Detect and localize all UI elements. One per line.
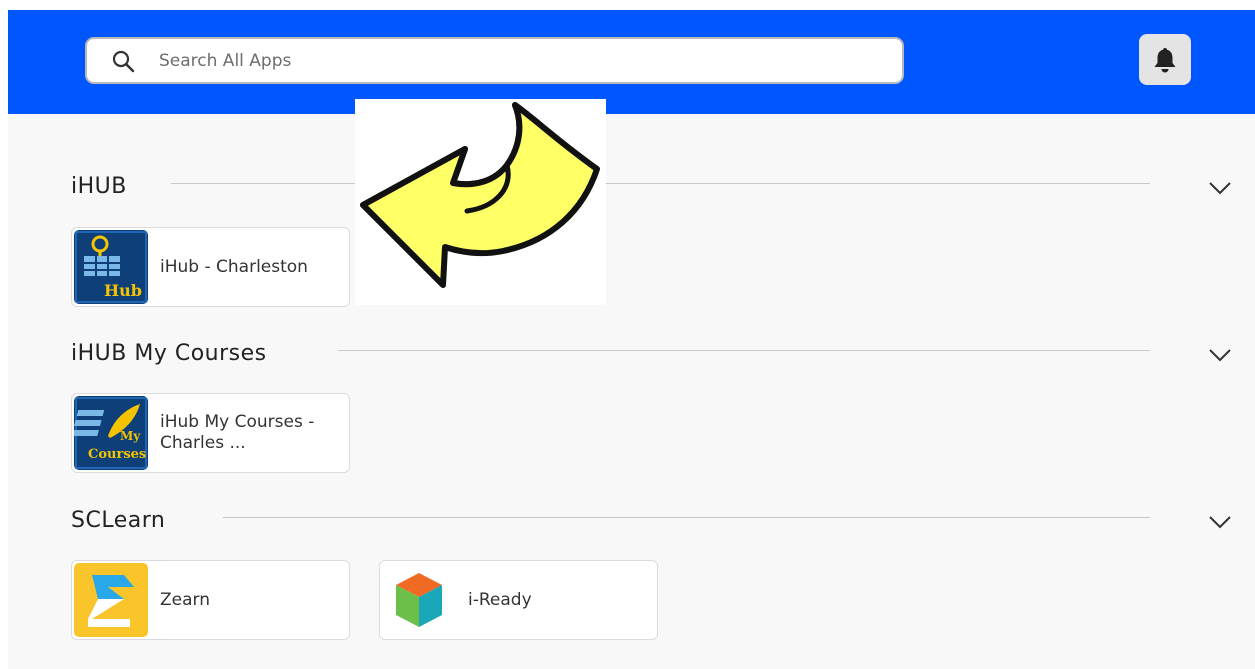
app-card-ihub-my-courses[interactable]: My Courses iHub My Courses - Charles ... (71, 393, 350, 473)
app-name: Zearn (160, 589, 210, 610)
app-name: i-Ready (468, 589, 532, 610)
section-divider (223, 517, 1150, 518)
svg-text:My: My (120, 429, 141, 443)
search-icon (112, 50, 135, 72)
section-title-ihub: iHUB (71, 174, 127, 199)
app-card-ihub-charleston[interactable]: Hub iHub - Charleston (71, 227, 350, 307)
iready-cube-logo-icon (382, 563, 456, 637)
search-input[interactable] (159, 50, 759, 71)
zearn-logo-icon (74, 563, 148, 637)
notifications-button[interactable] (1139, 34, 1191, 85)
ihub-my-courses-logo-icon: My Courses (74, 396, 148, 470)
chevron-down-icon[interactable] (1208, 347, 1232, 363)
section-title-sclearn: SCLearn (71, 508, 166, 533)
app-page: iHUB Hub iHub - Charleston iHUB My Cours… (8, 10, 1255, 669)
ihub-logo-icon: Hub (74, 230, 148, 304)
chevron-down-icon[interactable] (1208, 514, 1232, 530)
curved-arrow-icon (360, 102, 600, 288)
arrow-annotation (355, 99, 606, 305)
section-title-ihub-my-courses: iHUB My Courses (71, 341, 267, 366)
chevron-down-icon[interactable] (1208, 180, 1232, 196)
bell-icon (1154, 47, 1176, 72)
search-bar[interactable] (85, 37, 904, 84)
app-card-zearn[interactable]: Zearn (71, 560, 350, 640)
app-name: iHub - Charleston (160, 256, 308, 277)
app-card-iready[interactable]: i-Ready (379, 560, 658, 640)
top-bar (8, 10, 1255, 114)
app-name: iHub My Courses - Charles ... (160, 412, 315, 453)
section-divider (338, 350, 1150, 351)
ihub-logo-text: Hub (104, 281, 142, 300)
svg-text:Courses: Courses (88, 447, 146, 462)
section-divider (171, 183, 1150, 184)
